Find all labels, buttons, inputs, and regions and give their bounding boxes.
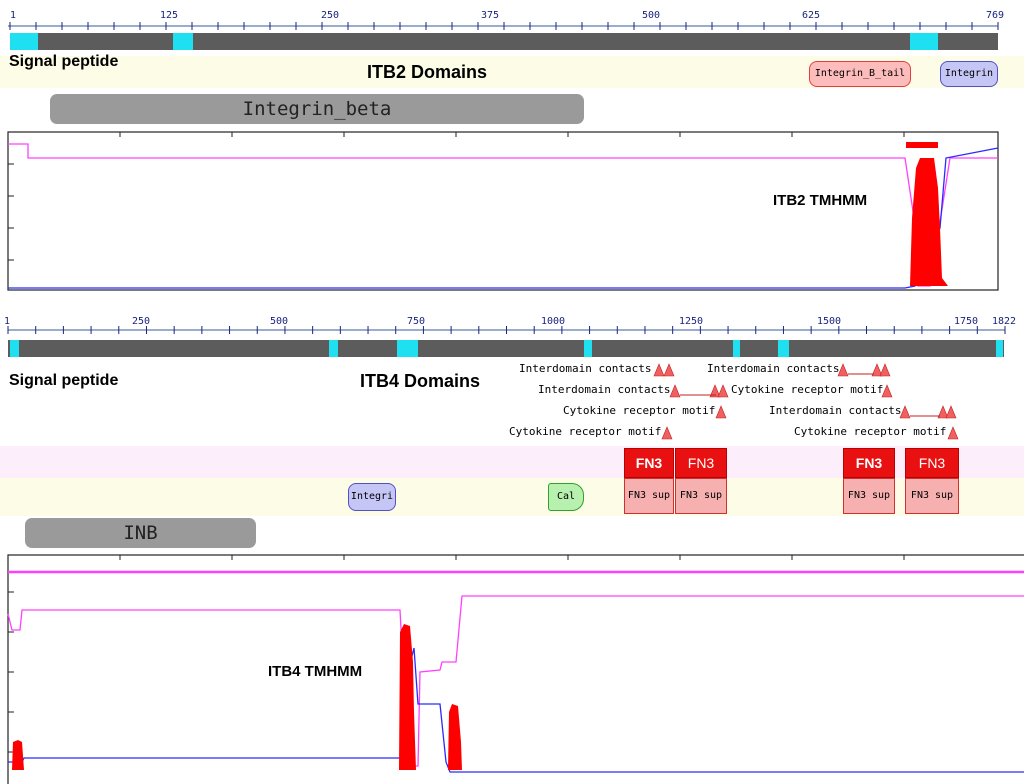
fn3-domain[interactable]: FN3 [843,448,895,478]
fn3-sup-domain[interactable]: FN3 sup [843,478,895,514]
itb2-signal-label: Signal peptide [9,53,119,70]
itb2-signal-segment [10,33,38,50]
itb4-tick-label: 1 [4,316,10,327]
itb2-low-complexity-segment [173,33,193,50]
fn3-sup-domain[interactable]: FN3 sup [675,478,727,514]
itb4-integrin-box[interactable]: Integri [348,483,396,511]
itb2-tmhmm-plot [7,131,999,291]
itb2-transmembrane-segment [910,33,938,50]
fn3-domain[interactable]: FN3 [905,448,959,478]
itb2-tick-label: 375 [481,10,499,21]
itb4-tick-label: 750 [407,316,425,327]
itb4-tick-label: 1750 [954,316,978,327]
itb2-tick-label: 125 [160,10,178,21]
itb2-integrin-box[interactable]: Integrin [940,61,998,87]
fn3-sup-domain[interactable]: FN3 sup [905,478,959,514]
itb4-tick-label: 1500 [817,316,841,327]
itb4-tick-label: 250 [132,316,150,327]
itb2-tick-label: 625 [802,10,820,21]
itb2-family-bar[interactable]: Integrin_beta [50,94,584,124]
itb4-tmhmm-label: ITB4 TMHMM [268,663,363,680]
itb4-tick-label: 1250 [679,316,703,327]
itb4-family-bar[interactable]: INB [25,518,256,548]
itb2-integrin-b-tail-box[interactable]: Integrin_B_tail [809,61,911,87]
itb4-tick-label: 500 [270,316,288,327]
itb2-tick-label: 1 [10,10,16,21]
fn3-domain[interactable]: FN3 [675,448,727,478]
itb2-tick-label: 769 [986,10,1004,21]
itb4-tick-label: 1822 [992,316,1016,327]
fn3-domain[interactable]: FN3 [624,448,674,478]
itb4-motif-markers [653,363,959,440]
itb2-tick-label: 250 [321,10,339,21]
itb4-tmhmm-plot [7,554,1024,784]
itb4-calx-box[interactable]: Cal [548,483,584,511]
fn3-sup-domain[interactable]: FN3 sup [624,478,674,514]
itb4-ruler: 1 250 500 750 1000 1250 1500 1750 1822 [4,316,1016,357]
itb2-tmhmm-label: ITB2 TMHMM [773,192,868,209]
itb2-ruler: 1 125 250 375 500 625 769 [8,10,1004,50]
itb4-tick-label: 1000 [541,316,565,327]
itb2-domains-label: ITB2 Domains [367,62,488,82]
itb2-tick-label: 500 [642,10,660,21]
itb4-transmembrane-segment [397,340,418,357]
